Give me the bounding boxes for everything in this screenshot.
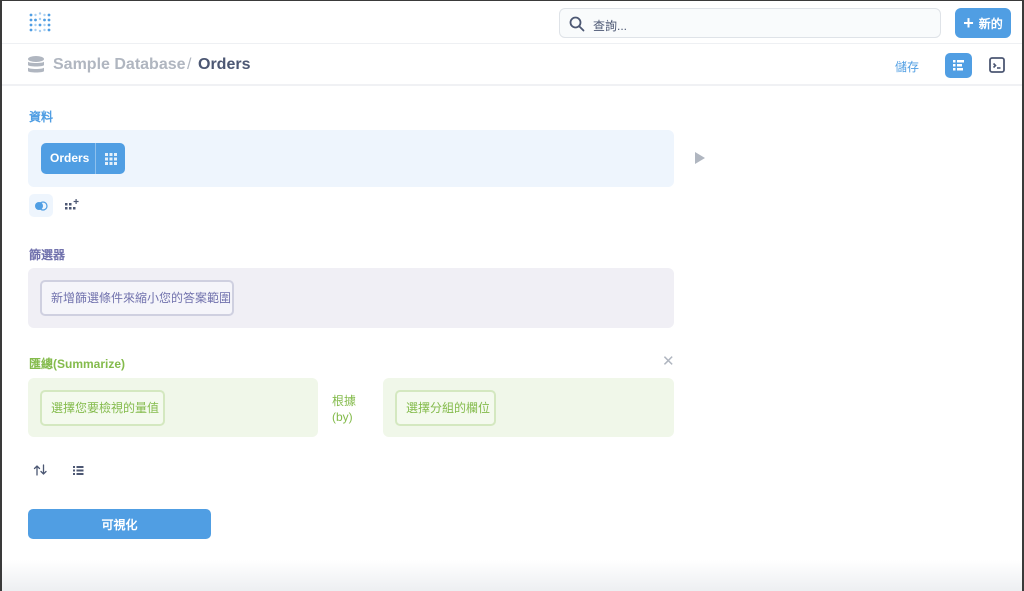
top-navbar: 查詢... + 新的 bbox=[2, 1, 1022, 44]
filter-step: 新增篩選條件來縮小您的答案範圍 bbox=[28, 268, 674, 328]
grid-icon[interactable] bbox=[96, 143, 125, 174]
notebook-icon bbox=[953, 60, 964, 71]
new-button-label: 新的 bbox=[978, 16, 1003, 31]
database-icon bbox=[27, 55, 45, 75]
search-icon bbox=[569, 16, 585, 32]
by-label: 根據 (by) bbox=[332, 394, 357, 424]
summarize-metric-step: 選擇您要檢視的量值 bbox=[28, 378, 318, 437]
source-table-pill[interactable]: Orders bbox=[41, 143, 125, 174]
data-step: Orders bbox=[28, 130, 674, 187]
window-frame-left bbox=[0, 0, 2, 591]
join-toggle-button[interactable] bbox=[29, 194, 53, 217]
notebook-toggle-button[interactable] bbox=[945, 53, 972, 78]
new-button[interactable]: + 新的 bbox=[955, 8, 1011, 38]
data-section-title: 資料 bbox=[29, 110, 54, 124]
toggle-icon bbox=[35, 200, 48, 211]
source-table-label: Orders bbox=[41, 143, 96, 174]
sort-icon[interactable] bbox=[33, 463, 48, 477]
visualize-button[interactable]: 可視化 bbox=[28, 509, 211, 539]
breadcrumb-database[interactable]: Sample Database bbox=[53, 56, 186, 74]
search-placeholder: 查詢... bbox=[593, 19, 628, 33]
close-icon[interactable]: ✕ bbox=[662, 352, 675, 370]
plus-icon: + bbox=[963, 13, 974, 33]
pick-group-button[interactable]: 選擇分組的欄位 bbox=[395, 390, 496, 426]
filter-section-title: 篩選器 bbox=[29, 248, 66, 262]
breadcrumb-separator: / bbox=[187, 56, 192, 73]
play-icon[interactable] bbox=[695, 152, 705, 164]
summarize-section-title: 匯總(Summarize) bbox=[29, 357, 126, 371]
pick-metric-button[interactable]: 選擇您要檢視的量值 bbox=[40, 390, 165, 426]
add-column-icon[interactable] bbox=[64, 198, 80, 214]
query-header: Sample Database / Orders 儲存 bbox=[2, 44, 1022, 86]
search-input[interactable]: 查詢... bbox=[559, 8, 941, 38]
sql-console-icon[interactable] bbox=[988, 56, 1006, 74]
limit-list-icon[interactable] bbox=[71, 463, 86, 477]
save-button[interactable]: 儲存 bbox=[895, 58, 919, 75]
breadcrumb-table[interactable]: Orders bbox=[198, 56, 250, 74]
metabase-logo-icon[interactable] bbox=[29, 12, 51, 34]
bottom-shade bbox=[2, 560, 1022, 591]
add-filter-button[interactable]: 新增篩選條件來縮小您的答案範圍 bbox=[40, 280, 234, 316]
summarize-group-step: 選擇分組的欄位 bbox=[383, 378, 674, 437]
